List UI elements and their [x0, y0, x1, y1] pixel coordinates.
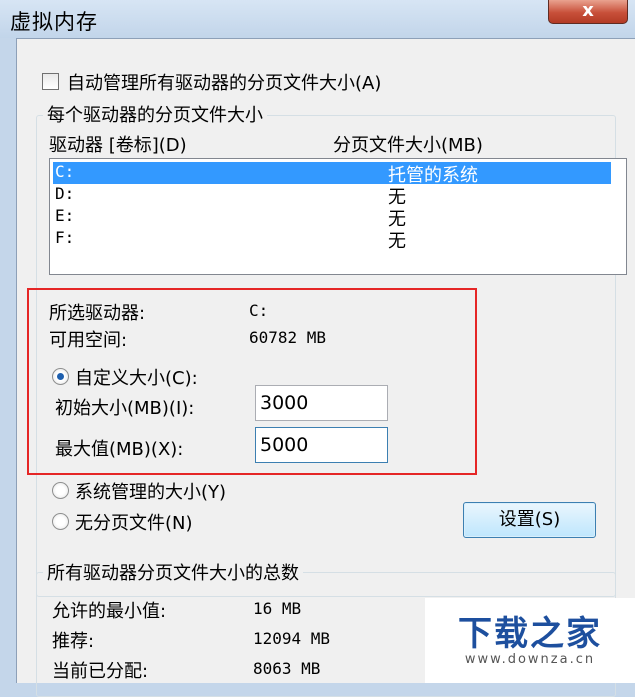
system-managed-label[interactable]: 系统管理的大小(Y) [75, 478, 226, 504]
totals-group-title: 所有驱动器分页文件大小的总数 [43, 559, 303, 585]
list-item[interactable]: E: 无 [53, 206, 611, 230]
current-allocated-label: 当前已分配: [52, 661, 149, 682]
size-column-header: 分页文件大小(MB) [333, 135, 483, 156]
list-item[interactable]: F: 无 [53, 228, 611, 252]
title-bar[interactable]: 虚拟内存 x [0, 0, 635, 38]
watermark-title: 下载之家 [458, 614, 602, 654]
min-allowed-value: 16 MB [253, 599, 302, 618]
initial-size-label: 初始大小(MB)(I): [55, 398, 195, 419]
current-allocated-value: 8063 MB [253, 659, 321, 678]
watermark-url: www.downza.cn [464, 652, 596, 667]
list-item[interactable]: C: 托管的系统 [53, 162, 611, 186]
selected-drive-label: 所选驱动器: [49, 303, 146, 324]
no-paging-file-label[interactable]: 无分页文件(N) [75, 509, 193, 535]
recommended-label: 推荐: [52, 631, 95, 652]
list-item[interactable]: D: 无 [53, 184, 611, 208]
virtual-memory-dialog: 虚拟内存 x 自动管理所有驱动器的分页文件大小(A) 每个驱动器的分页文件大小 … [0, 0, 635, 697]
free-space-label: 可用空间: [49, 330, 128, 351]
drive-column-header: 驱动器 [卷标](D) [49, 135, 187, 156]
custom-size-radio[interactable] [52, 368, 69, 385]
min-allowed-label: 允许的最小值: [52, 601, 167, 622]
close-button[interactable]: x [548, 0, 628, 24]
auto-manage-checkbox[interactable] [42, 73, 59, 90]
free-space-value: 60782 MB [249, 328, 327, 347]
set-button[interactable]: 设置(S) [463, 502, 596, 538]
dialog-title: 虚拟内存 [10, 10, 98, 34]
selected-drive-value: C: [249, 301, 269, 320]
max-size-input[interactable]: 5000 [255, 427, 388, 463]
max-size-label: 最大值(MB)(X): [55, 439, 184, 460]
drive-list[interactable]: C: 托管的系统 D: 无 E: 无 F: 无 [49, 158, 627, 275]
watermark-logo: 下载之家 www.downza.cn [425, 598, 635, 683]
dialog-body: 自动管理所有驱动器的分页文件大小(A) 每个驱动器的分页文件大小 驱动器 [卷标… [16, 38, 635, 697]
initial-size-input[interactable]: 3000 [255, 385, 388, 421]
custom-size-label[interactable]: 自定义大小(C): [75, 364, 198, 390]
recommended-value: 12094 MB [253, 629, 331, 648]
per-drive-group-title: 每个驱动器的分页文件大小 [43, 101, 267, 127]
auto-manage-label[interactable]: 自动管理所有驱动器的分页文件大小(A) [67, 69, 381, 95]
system-managed-radio[interactable] [52, 482, 69, 499]
no-paging-file-radio[interactable] [52, 513, 69, 530]
